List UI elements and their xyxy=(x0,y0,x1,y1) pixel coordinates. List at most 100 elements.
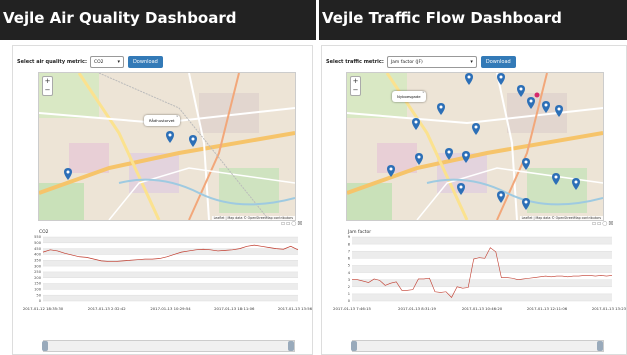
map-marker-icon[interactable] xyxy=(552,173,560,185)
chevron-down-icon: ▾ xyxy=(117,59,120,65)
y-tick-label: 0 xyxy=(348,299,351,303)
chart-title: Jam factor xyxy=(347,229,371,235)
y-tick-label: 300 xyxy=(34,264,42,268)
zoom-in-button[interactable]: + xyxy=(43,77,52,86)
close-icon[interactable]: × xyxy=(422,90,425,94)
traffic-panel: Select traffic metric: Jam factor (JF) ▾… xyxy=(321,45,627,355)
y-tick-label: 6 xyxy=(348,257,351,261)
y-tick-label: 550 xyxy=(34,235,42,239)
map-popup: Rådhustorvet × xyxy=(144,114,180,126)
y-tick-label: 100 xyxy=(34,288,42,292)
map-popup-label: Rådhustorvet xyxy=(149,118,175,123)
grid-band xyxy=(43,283,298,290)
y-tick-label: 3 xyxy=(348,278,350,282)
x-tick-label: 2017-01-13 7:46:15 xyxy=(333,306,371,311)
map-attribution: Leaflet | Map data © OpenStreetMap contr… xyxy=(519,216,603,220)
traffic-range-slider[interactable] xyxy=(351,340,604,352)
air-metric-value: CO2 xyxy=(93,59,104,65)
y-tick-label: 250 xyxy=(34,270,42,274)
x-tick-label: 2017-01-13 13:56:28 xyxy=(278,306,312,311)
traffic-map[interactable]: + − Nyboesgade × Leaflet | Map data © Op… xyxy=(346,72,604,221)
zoom-out-button[interactable]: − xyxy=(43,86,52,95)
x-tick-label: 2017-01-13 18:11:06 xyxy=(214,306,255,311)
traffic-download-button[interactable]: Download xyxy=(480,56,516,68)
close-icon[interactable]: × xyxy=(176,114,179,118)
x-tick-label: 2017-01-13 8:31:19 xyxy=(398,306,436,311)
map-marker-icon[interactable] xyxy=(522,158,530,170)
y-tick-label: 500 xyxy=(34,241,42,245)
zoom-control: + − xyxy=(42,76,53,96)
y-tick-label: 150 xyxy=(34,282,42,286)
grid-band xyxy=(43,237,298,243)
traffic-title: Vejle Traffic Flow Dashboard xyxy=(319,0,627,40)
grid-band xyxy=(352,265,612,273)
map-marker-icon[interactable] xyxy=(166,131,174,143)
close-icon[interactable]: ⊠ xyxy=(608,220,614,227)
map-marker-icon[interactable] xyxy=(462,151,470,163)
map-marker-icon[interactable] xyxy=(465,73,473,85)
slider-handle[interactable] xyxy=(351,341,357,351)
map-marker-icon[interactable] xyxy=(189,135,197,147)
x-tick-label: 2017-01-13 13:23:17 xyxy=(592,306,626,311)
map-marker-icon[interactable] xyxy=(412,118,420,130)
map-marker-icon[interactable] xyxy=(415,153,423,165)
map-popup: Nyboesgade × xyxy=(392,90,426,102)
traffic-controls: Select traffic metric: Jam factor (JF) ▾… xyxy=(326,55,622,69)
map-marker-icon[interactable] xyxy=(497,73,505,85)
slider-handle[interactable] xyxy=(288,341,294,351)
grid-band xyxy=(43,260,298,267)
air-quality-map[interactable]: + − Rådhustorvet × Leaflet | Map data © … xyxy=(38,72,296,221)
zoom-control: + − xyxy=(350,76,361,96)
y-tick-label: 2 xyxy=(348,285,350,289)
zoom-in-button[interactable]: + xyxy=(351,77,360,86)
air-download-button[interactable]: Download xyxy=(127,56,163,68)
x-tick-label: 2017-01-12 18:35:30 xyxy=(23,306,64,311)
chevron-down-icon: ▾ xyxy=(470,59,473,65)
y-tick-label: 400 xyxy=(34,253,42,257)
map-marker-icon[interactable] xyxy=(457,183,465,195)
map-marker-icon[interactable] xyxy=(387,165,395,177)
y-tick-label: 450 xyxy=(34,247,42,251)
grid-band xyxy=(43,271,298,278)
close-icon[interactable]: ⊠ xyxy=(297,220,303,227)
traffic-metric-select[interactable]: Jam factor (JF) ▾ xyxy=(386,56,477,68)
traffic-metric-label: Select traffic metric: xyxy=(326,59,384,65)
y-tick-label: 7 xyxy=(348,249,350,253)
map-marker-icon[interactable] xyxy=(472,123,480,135)
grid-band xyxy=(352,251,612,259)
x-tick-label: 2017-01-13 2:32:42 xyxy=(88,306,126,311)
chart-title: CO2 xyxy=(39,229,49,235)
air-metric-label: Select air quality metric: xyxy=(17,59,87,65)
traffic-map-tiles xyxy=(347,73,603,220)
y-tick-label: 9 xyxy=(348,235,351,239)
map-marker-icon[interactable] xyxy=(445,148,453,160)
air-chart-tools: ▫▫○⊠ xyxy=(281,220,303,227)
air-map-tiles xyxy=(39,73,295,220)
traffic-metric-value: Jam factor (JF) xyxy=(390,59,423,65)
slider-handle[interactable] xyxy=(597,341,603,351)
map-marker-icon[interactable] xyxy=(64,168,72,180)
map-marker-icon[interactable] xyxy=(437,103,445,115)
map-marker-icon[interactable] xyxy=(497,191,505,203)
map-marker-icon[interactable] xyxy=(572,178,580,190)
zoom-out-button[interactable]: − xyxy=(351,86,360,95)
air-quality-controls: Select air quality metric: CO2 ▾ Downloa… xyxy=(17,55,307,69)
x-tick-label: 2017-01-13 10:46:20 xyxy=(462,306,503,311)
air-quality-dashboard: Vejle Air Quality Dashboard Select air q… xyxy=(0,0,316,355)
grid-band xyxy=(352,293,612,301)
grid-band xyxy=(43,295,298,301)
slider-handle[interactable] xyxy=(42,341,48,351)
traffic-chart-tools: ▫▫○⊠ xyxy=(592,220,614,227)
y-tick-label: 200 xyxy=(34,276,42,280)
traffic-chart: Jam factor 0 1 2 3 4 5 6 7 8 9 2017-01-13 7:46:15 20… xyxy=(333,229,626,311)
map-marker-icon[interactable] xyxy=(542,101,550,113)
x-tick-label: 2017-01-13 12:11:06 xyxy=(527,306,568,311)
map-marker-icon[interactable] xyxy=(517,85,525,97)
map-marker-icon[interactable] xyxy=(522,198,530,210)
map-marker-icon[interactable] xyxy=(527,97,535,109)
air-range-slider[interactable] xyxy=(42,340,295,352)
air-metric-select[interactable]: CO2 ▾ xyxy=(89,56,124,68)
air-chart: CO2 0 50100 150 200 250 300 350400 450 500 550 2017… xyxy=(23,229,312,311)
traffic-dashboard: Vejle Traffic Flow Dashboard Select traf… xyxy=(319,0,627,355)
map-marker-icon[interactable] xyxy=(555,105,563,117)
